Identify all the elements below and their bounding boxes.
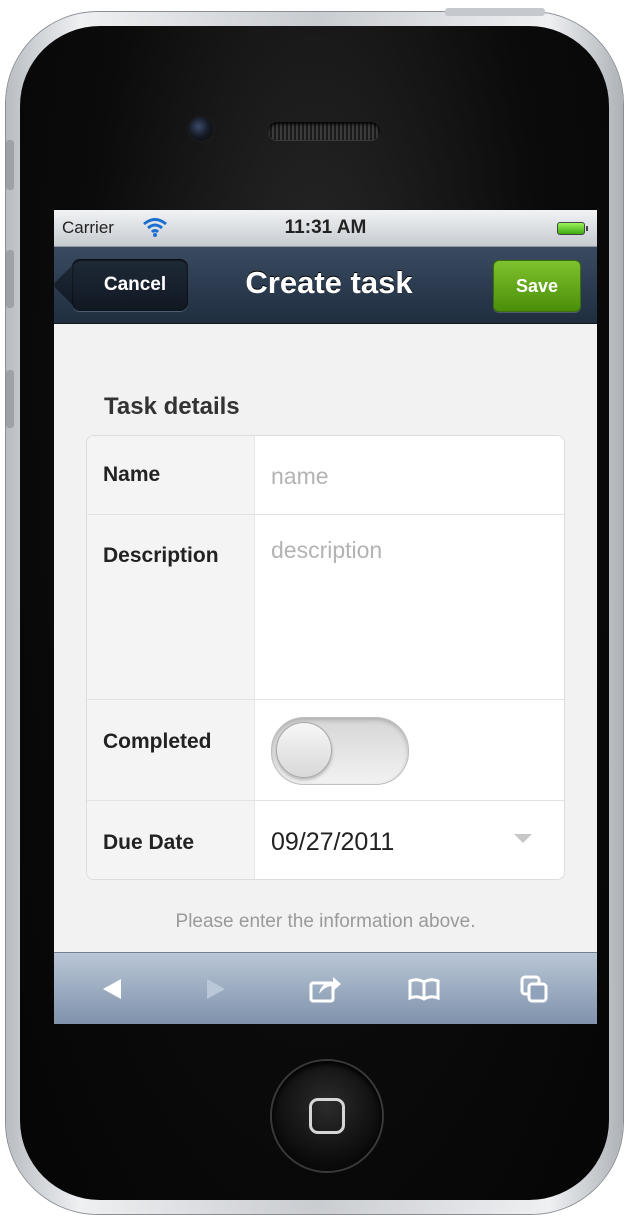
camera-icon: [189, 117, 213, 141]
tabs-icon[interactable]: [514, 971, 554, 1007]
status-time: 11:31 AM: [284, 217, 367, 238]
status-bar: Carrier 11:31 AM: [54, 210, 597, 247]
footer-note: Please enter the information above.: [175, 911, 476, 932]
back-icon[interactable]: [92, 971, 132, 1007]
browser-toolbar: [54, 952, 597, 1024]
speaker-grille: [268, 122, 380, 140]
save-button-label: Save: [515, 275, 559, 296]
bookmarks-icon[interactable]: [404, 971, 444, 1007]
description-label: Description: [87, 515, 255, 699]
battery-icon: [557, 222, 588, 235]
cancel-button-label: Cancel: [103, 274, 167, 295]
name-label: Name: [87, 436, 255, 514]
forward-icon[interactable]: [196, 971, 236, 1007]
section-title: Task details: [104, 393, 240, 420]
task-form: Name name Description description Comple…: [86, 435, 565, 880]
home-square-icon: [309, 1098, 345, 1134]
toggle-knob: [276, 722, 332, 778]
due-date-label: Due Date: [87, 801, 255, 879]
share-icon[interactable]: [306, 971, 346, 1007]
save-button[interactable]: Save: [493, 260, 581, 312]
screen: Carrier 11:31 AM Cancel Create task Save…: [54, 210, 597, 1024]
completed-row: Completed: [87, 700, 564, 801]
navigation-bar: Cancel Create task Save: [54, 247, 597, 324]
mute-switch: [6, 140, 14, 190]
name-field[interactable]: name: [271, 463, 329, 490]
home-button[interactable]: [272, 1061, 382, 1171]
sleep-button: [445, 8, 545, 16]
description-row: Description description: [87, 515, 564, 700]
chevron-down-icon[interactable]: [514, 834, 532, 843]
description-field[interactable]: description: [271, 537, 541, 687]
name-row: Name name: [87, 436, 564, 515]
cancel-button[interactable]: Cancel: [72, 259, 188, 311]
volume-down-button: [6, 370, 14, 428]
completed-toggle[interactable]: [271, 717, 409, 785]
volume-up-button: [6, 250, 14, 308]
page-title: Create task: [245, 265, 413, 300]
due-date-select[interactable]: 09/27/2011: [271, 828, 394, 857]
completed-label: Completed: [87, 700, 255, 800]
due-date-row: Due Date 09/27/2011: [87, 801, 564, 879]
